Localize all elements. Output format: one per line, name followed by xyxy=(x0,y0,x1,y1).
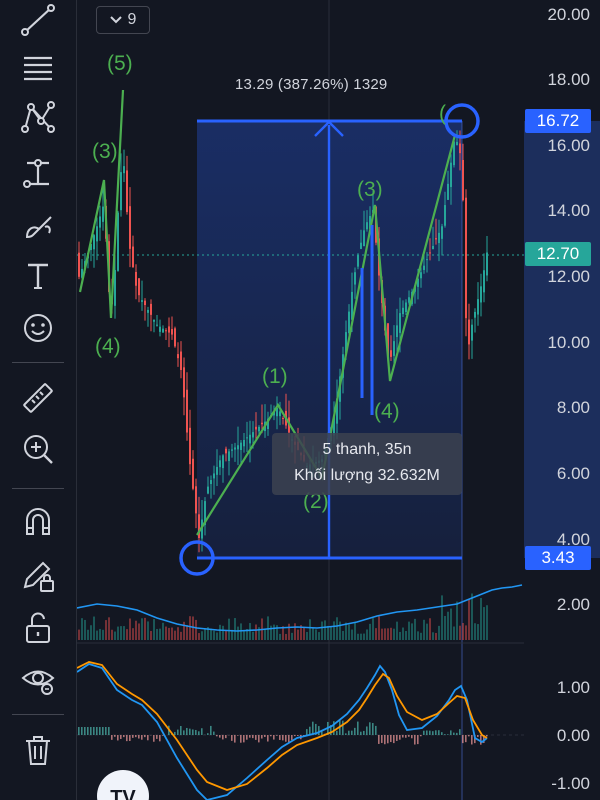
zoom-tool[interactable] xyxy=(14,428,62,470)
current-price-tag: 12.70 xyxy=(525,242,591,266)
hide-tool[interactable] xyxy=(14,657,62,699)
tradingview-logo: TV xyxy=(97,770,149,800)
text-icon xyxy=(28,263,48,289)
price-axis-label: 18.00 xyxy=(547,70,590,89)
macd-axis-label: -1.00 xyxy=(551,774,590,793)
macd-axis-label: 1.00 xyxy=(556,678,590,697)
macd-histogram xyxy=(78,719,488,745)
text-tool[interactable] xyxy=(14,255,62,297)
wave-label: (1) xyxy=(262,365,288,388)
projection-icon xyxy=(23,159,49,188)
measure-label: 13.29 (387.26%) 1329 xyxy=(235,76,388,93)
measure-tool[interactable] xyxy=(14,377,62,419)
price-axis-label: 2.00 xyxy=(556,595,590,614)
ruler-icon xyxy=(23,383,53,413)
trash-icon xyxy=(26,736,50,765)
magnet-icon xyxy=(26,508,50,535)
price-axis-label: 14.00 xyxy=(547,201,590,220)
elliott-wave-left xyxy=(78,89,125,319)
toolbar-divider xyxy=(12,714,64,715)
magnet-tool[interactable] xyxy=(14,500,62,542)
toolbar-divider xyxy=(12,488,64,489)
lock-drawing-tool[interactable] xyxy=(14,555,62,597)
price-axis-label: 8.00 xyxy=(556,398,590,417)
price-axis-label: 20.00 xyxy=(547,5,590,24)
delete-tool[interactable] xyxy=(14,729,62,771)
volume-bars xyxy=(78,593,488,640)
tooltip-bars-time: 5 thanh, 35n xyxy=(322,441,412,458)
macd-axis-label: 0.00 xyxy=(556,726,590,745)
smiley-icon xyxy=(24,314,52,342)
trend-line-icon xyxy=(21,4,55,36)
wave-label: (5) xyxy=(107,52,133,75)
unlock-icon xyxy=(26,612,50,643)
emoji-tool[interactable] xyxy=(14,307,62,349)
svg-text:TV: TV xyxy=(110,787,136,800)
eye-icon xyxy=(21,670,55,695)
tooltip-volume: Khối lượng 32.632M xyxy=(294,467,440,484)
unlock-tool[interactable] xyxy=(14,607,62,649)
wave-count-value: 9 xyxy=(127,11,137,28)
projection-tool[interactable] xyxy=(14,152,62,194)
volume-ma-line xyxy=(77,584,523,632)
pencil-lock-icon xyxy=(23,561,54,592)
wave-label: ( xyxy=(439,102,446,125)
chevron-down-icon xyxy=(109,16,122,24)
toolbar-divider xyxy=(12,362,64,363)
wave-label: (3) xyxy=(357,178,383,201)
price-chart[interactable]: TV xyxy=(77,0,600,800)
pattern-tool[interactable] xyxy=(14,97,62,139)
wave-label: (3) xyxy=(92,140,118,163)
wave-label: (4) xyxy=(374,400,400,423)
horizontal-lines-icon xyxy=(24,56,52,81)
price-axis-label: 10.00 xyxy=(547,333,590,352)
measure-high-tag: 16.72 xyxy=(525,109,591,133)
wave-label: (4) xyxy=(95,335,121,358)
chart-area[interactable]: TV 9 (5) (3) (4) (1) (2) (3) (4) ( 13.29… xyxy=(77,0,600,800)
price-axis-label: 16.00 xyxy=(547,136,590,155)
measure-tooltip: 5 thanh, 35n Khối lượng 32.632M xyxy=(272,433,462,495)
fib-tool[interactable] xyxy=(14,47,62,89)
price-axis-label: 6.00 xyxy=(556,464,590,483)
drawing-toolbar xyxy=(0,0,77,800)
trend-line-tool[interactable] xyxy=(14,0,62,42)
brush-icon xyxy=(25,216,52,239)
zoom-in-icon xyxy=(24,435,53,464)
brush-tool[interactable] xyxy=(14,205,62,247)
price-axis-label: 12.00 xyxy=(547,267,590,286)
wave-count-dropdown[interactable]: 9 xyxy=(96,6,150,34)
pattern-icon xyxy=(21,101,55,133)
measure-low-tag: 3.43 xyxy=(525,546,591,570)
